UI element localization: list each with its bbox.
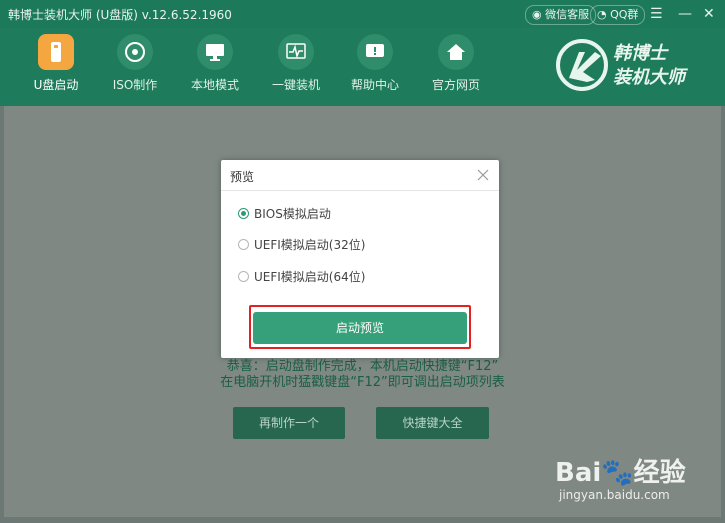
- home-icon: [438, 34, 474, 70]
- option-uefi-64[interactable]: UEFI模拟启动(64位): [238, 268, 365, 284]
- paw-icon: 🐾: [601, 458, 634, 488]
- nav-label: U盘启动: [33, 78, 79, 92]
- shortcut-list-button[interactable]: 快捷键大全: [376, 407, 489, 439]
- nav-website[interactable]: 官方网页: [421, 34, 491, 93]
- option-label: BIOS模拟启动: [254, 206, 331, 221]
- brand-text: 韩博士 装机大师: [613, 42, 685, 90]
- wechat-label: 微信客服: [545, 8, 590, 21]
- nav-label: 帮助中心: [350, 78, 399, 92]
- option-uefi-32[interactable]: UEFI模拟启动(32位): [238, 236, 365, 252]
- minimize-icon[interactable]: —: [678, 5, 692, 23]
- close-icon[interactable]: ✕: [703, 5, 715, 23]
- brand-logo: 韩博士 装机大师: [555, 38, 705, 98]
- baidu-watermark: Bai🐾经验 jingyan.baidu.com: [555, 452, 695, 512]
- brand-line1: 韩博士: [613, 43, 667, 64]
- preview-dialog: 预览 BIOS模拟启动 UEFI模拟启动(32位) UEFI模拟启动(64位) …: [221, 160, 499, 358]
- wechat-support-button[interactable]: ◉ 微信客服: [525, 5, 597, 25]
- wechat-icon: ◉: [532, 8, 542, 21]
- dialog-close-icon[interactable]: [475, 167, 491, 183]
- shortcut-tip: 在电脑开机时猛戳键盘“F12”即可调出启动项列表: [220, 375, 505, 390]
- nav-label: 一键装机: [271, 78, 320, 92]
- radio-bios[interactable]: [238, 207, 249, 219]
- nav-help[interactable]: 帮助中心: [340, 34, 410, 93]
- brand-line2: 装机大师: [613, 67, 685, 88]
- option-bios[interactable]: BIOS模拟启动: [238, 205, 331, 221]
- dialog-header: 预览: [221, 160, 499, 191]
- main-nav: U盘启动 ISO制作 本地模式 一键装机 帮助中心 官方网页 韩博士 装机大师: [0, 28, 725, 106]
- qq-group-button[interactable]: ◔ QQ群: [590, 5, 646, 25]
- remake-button[interactable]: 再制作一个: [233, 407, 345, 439]
- disc-icon: [117, 34, 153, 70]
- nav-label: 官方网页: [431, 78, 480, 92]
- start-preview-button[interactable]: 启动预览: [253, 312, 467, 344]
- watermark-brand: Bai🐾经验: [555, 452, 686, 489]
- watermark-brand-text2: 经验: [633, 458, 686, 488]
- nav-local-mode[interactable]: 本地模式: [180, 34, 250, 93]
- nav-label: ISO制作: [112, 78, 158, 92]
- help-icon: [357, 34, 393, 70]
- nav-iso[interactable]: ISO制作: [100, 34, 170, 93]
- watermark-brand-text: Bai: [555, 458, 602, 488]
- nav-usb-boot[interactable]: U盘启动: [21, 34, 91, 93]
- title-bar: 韩博士装机大师 (U盘版) v.12.6.52.1960 ◉ 微信客服 ◔ QQ…: [0, 0, 725, 28]
- option-label: UEFI模拟启动(64位): [254, 269, 366, 284]
- option-label: UEFI模拟启动(32位): [254, 237, 366, 252]
- usb-icon: [38, 34, 74, 70]
- dialog-title: 预览: [230, 170, 255, 184]
- radio-uefi-32[interactable]: [238, 238, 249, 250]
- window-title: 韩博士装机大师 (U盘版) v.12.6.52.1960: [8, 8, 232, 22]
- qq-label: QQ群: [610, 8, 639, 21]
- menu-icon[interactable]: ☰: [650, 5, 663, 23]
- brand-mark-icon: [556, 39, 608, 91]
- qq-icon: ◔: [597, 8, 607, 21]
- nav-label: 本地模式: [190, 78, 239, 92]
- radio-uefi-64[interactable]: [238, 270, 249, 282]
- app-window: 韩博士装机大师 (U盘版) v.12.6.52.1960 ◉ 微信客服 ◔ QQ…: [0, 0, 725, 523]
- monitor-icon: [197, 34, 233, 70]
- nav-one-click[interactable]: 一键装机: [261, 34, 331, 93]
- watermark-url: jingyan.baidu.com: [559, 488, 670, 502]
- pulse-icon: [278, 34, 314, 70]
